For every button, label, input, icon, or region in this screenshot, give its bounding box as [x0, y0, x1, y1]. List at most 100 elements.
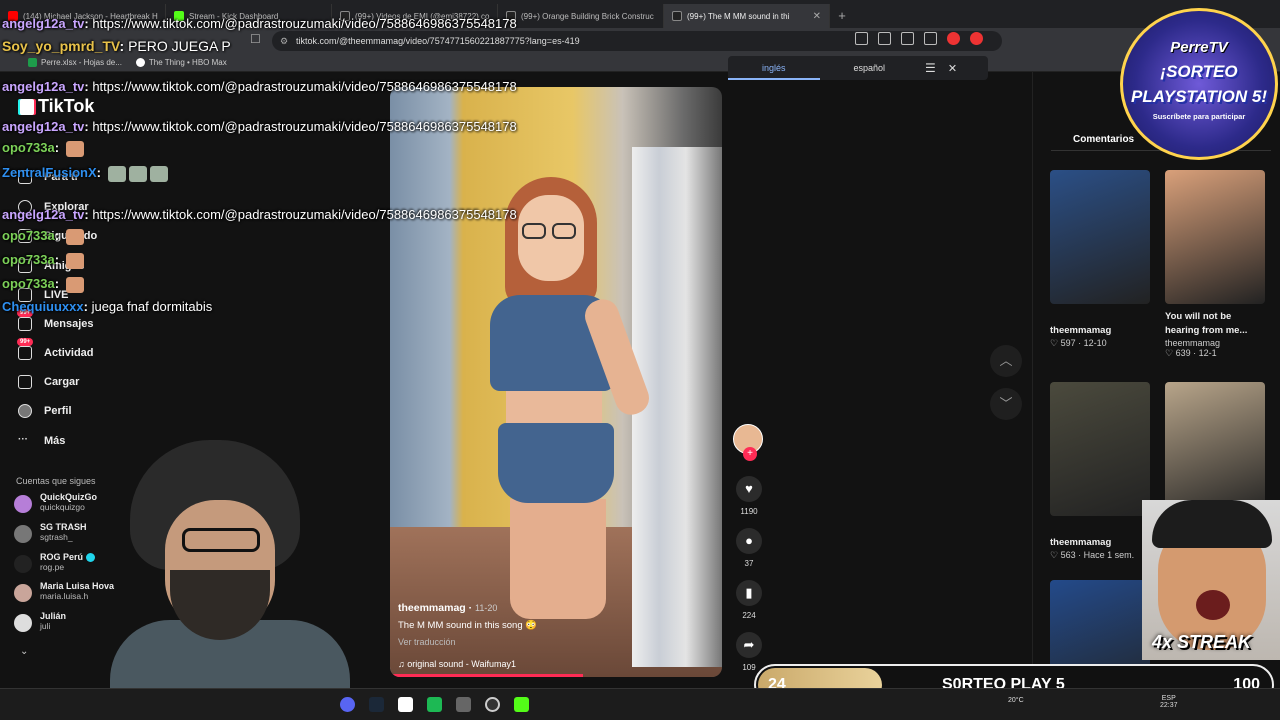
chat-user: angelg12a_tv	[2, 119, 85, 134]
p-legs	[510, 499, 606, 619]
unreal-icon[interactable]	[398, 697, 413, 712]
brave-shield-icon[interactable]	[947, 32, 960, 45]
site-info-icon[interactable]: ⚙	[280, 31, 288, 51]
video-progress-bar[interactable]	[390, 674, 583, 677]
nav-mensajes[interactable]: 99+ Mensajes	[17, 309, 94, 331]
translate-target-language[interactable]: español	[820, 63, 920, 73]
weather-text[interactable]: 20°C	[1008, 697, 1024, 704]
taskbar-icons	[340, 697, 529, 712]
bookmark-label: Perre.xlsx - Hojas de...	[41, 58, 122, 67]
save-button[interactable]: ▮ 224	[733, 580, 765, 620]
emote-icon	[65, 140, 84, 157]
share-icon[interactable]	[924, 32, 937, 45]
browser-tab-active[interactable]: (99+) The M MM sound in thi ✕	[664, 4, 830, 28]
video-author[interactable]: theemmamag	[398, 602, 466, 614]
tab-comentarios[interactable]: Comentarios	[1073, 134, 1134, 145]
new-tab-button[interactable]: +	[830, 4, 854, 28]
related-video-meta: theemmamag ♡ 597 · 12-10	[1050, 324, 1150, 349]
nav-actividad[interactable]: 99+ Actividad	[17, 338, 94, 360]
emote-icon	[65, 228, 84, 245]
menu-icon[interactable]: ☰	[925, 61, 936, 75]
chevron-up-icon: ︿	[999, 353, 1013, 368]
nav-label: Actividad	[44, 347, 94, 359]
following-item[interactable]: QuickQuizGo quickquizgo	[14, 492, 97, 513]
following-item[interactable]: Maria Luisa Hova maria.luisa.h	[14, 581, 114, 602]
following-item[interactable]: SG TRASH sgtrash_	[14, 522, 87, 543]
comment-button[interactable]: ● 37	[733, 528, 765, 568]
close-tab-icon[interactable]: ✕	[813, 11, 821, 22]
related-author[interactable]: theemmamag	[1050, 324, 1150, 338]
translate-icon[interactable]	[901, 32, 914, 45]
following-name: SG TRASH	[40, 522, 87, 532]
nav-perfil[interactable]: Perfil	[18, 404, 72, 418]
author-avatar[interactable]: +	[733, 424, 763, 461]
related-stats: ♡ 597 · 12-10	[1050, 338, 1107, 348]
music-label: original sound - Waifumay1	[407, 659, 516, 669]
translate-source-language[interactable]: inglés	[728, 56, 820, 80]
browser-tab[interactable]: (99+) Orange Building Brick Construc	[498, 4, 664, 28]
following-item[interactable]: Julián juli	[14, 611, 66, 632]
video-player[interactable]: theemmamag · 11-20 The M MM sound in thi…	[390, 87, 722, 677]
related-video-meta: theemmamag ♡ 563 · Hace 1 sem.	[1050, 536, 1150, 561]
giveaway-badge: PerreTV ¡SORTEO PLAYSTATION 5! Suscríbet…	[1120, 8, 1278, 160]
close-icon[interactable]: ✕	[948, 62, 957, 75]
following-item[interactable]: ROG Perú rog.pe	[14, 552, 95, 573]
sheets-icon	[28, 58, 37, 67]
related-video-thumbnail[interactable]	[1050, 382, 1150, 516]
chat-user: opo733a	[2, 252, 55, 267]
tiktok-note-icon	[20, 98, 34, 115]
notification-badge: 99+	[17, 338, 34, 346]
see-translation-link[interactable]: Ver traducción	[398, 637, 698, 647]
extension-icons	[855, 32, 983, 45]
bookmark-item[interactable]: The Thing • HBO Max	[135, 58, 227, 67]
like-button[interactable]: ♥ 1190	[733, 476, 765, 516]
avatar	[14, 495, 32, 513]
extension-icon[interactable]	[855, 32, 868, 45]
obs-icon[interactable]	[485, 697, 500, 712]
video-description: The M MM sound in this song 😳	[398, 620, 538, 631]
chat-user: opo733a	[2, 140, 55, 155]
video-actions: + ♥ 1190 ● 37 ▮ 224 ➦ 109	[733, 424, 765, 672]
bookmark-item[interactable]: Perre.xlsx - Hojas de...	[28, 58, 122, 67]
related-video-thumbnail[interactable]	[1165, 170, 1265, 304]
next-video-button[interactable]: ﹀	[990, 388, 1022, 420]
music-note-icon: ♫	[398, 659, 405, 669]
streak-label: 4x STREAK	[1152, 632, 1252, 652]
related-author[interactable]: theemmamag	[1165, 338, 1265, 348]
tab-label: (99+) The M MM sound in thi	[687, 11, 790, 21]
chat-message: https://www.tiktok.com/@padrastrouzumaki…	[92, 207, 517, 222]
nav-mas[interactable]: ··· Más	[18, 434, 65, 448]
extension-icon[interactable]	[878, 32, 891, 45]
kick-icon[interactable]	[514, 697, 529, 712]
app-icon[interactable]	[427, 697, 442, 712]
following-handle: sgtrash_	[40, 532, 73, 542]
previous-video-button[interactable]: ︿	[990, 345, 1022, 377]
messages-icon: 99+	[17, 309, 34, 331]
related-video-thumbnail[interactable]	[1165, 382, 1265, 516]
following-handle: rog.pe	[40, 562, 65, 573]
related-author[interactable]: theemmamag	[1050, 536, 1150, 550]
discord-icon[interactable]	[340, 697, 355, 712]
video-music[interactable]: ♫ original sound - Waifumay1	[398, 659, 698, 669]
video-caption: theemmamag · 11-20 The M MM sound in thi…	[398, 602, 698, 669]
url-text: tiktok.com/@theemmamag/video/75747715602…	[296, 36, 580, 46]
following-handle: maria.luisa.h	[40, 591, 89, 601]
bookmark-icon[interactable]: ☐	[250, 32, 261, 46]
chat-user: angelg12a_tv	[2, 79, 85, 94]
chevron-down-icon[interactable]: ⌄	[20, 646, 28, 657]
tiktok-logo[interactable]: TikTok	[20, 96, 94, 117]
related-video-thumbnail[interactable]	[1050, 170, 1150, 304]
chat-line: opo733a:	[2, 276, 84, 293]
follow-plus-icon[interactable]: +	[743, 447, 757, 461]
nav-cargar[interactable]: Cargar	[18, 375, 79, 389]
chat-line: angelg12a_tv: https://www.tiktok.com/@pa…	[2, 119, 517, 134]
related-title[interactable]: You will not be hearing from me...	[1165, 310, 1265, 338]
app-icon[interactable]	[456, 697, 471, 712]
tray-clock[interactable]: ESP 22:37	[1160, 695, 1178, 709]
avatar	[14, 555, 32, 573]
chat-user: angelg12a_tv	[2, 207, 85, 222]
following-name: ROG Perú	[40, 552, 84, 562]
notification-icon[interactable]	[970, 32, 983, 45]
share-button[interactable]: ➦ 109	[733, 632, 765, 672]
steam-icon[interactable]	[369, 697, 384, 712]
